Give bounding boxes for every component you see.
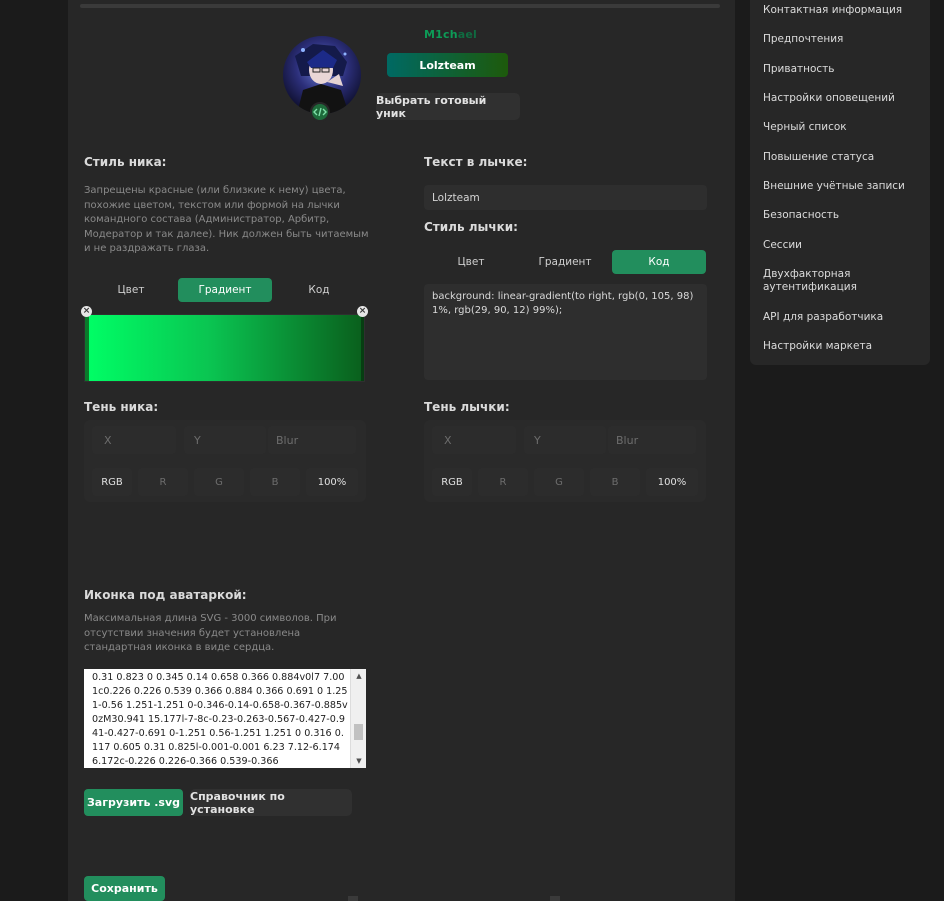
badge-text-input[interactable]: Lolzteam [424, 185, 707, 210]
shadow-color-mode[interactable]: RGB [92, 468, 132, 496]
bottom-marker [348, 896, 358, 901]
shadow-blur-input[interactable]: Blur [608, 426, 696, 454]
shadow-x-input[interactable]: X [92, 426, 176, 454]
sidebar-item-preferences[interactable]: Предпочтения [763, 33, 923, 46]
save-button[interactable]: Сохранить [84, 876, 165, 901]
scroll-thumb[interactable] [354, 724, 363, 740]
badge-text-title: Текст в лычке: [424, 155, 528, 169]
gradient-editor[interactable] [84, 314, 365, 382]
sidebar-item-api[interactable]: API для разработчика [763, 311, 923, 324]
sidebar-item-external-accounts[interactable]: Внешние учётные записи [763, 180, 923, 193]
sidebar-item-blacklist[interactable]: Черный список [763, 121, 923, 134]
sidebar-item-contacts[interactable]: Контактная информация [763, 4, 923, 17]
tab-color[interactable]: Цвет [84, 278, 178, 302]
bottom-marker [550, 896, 560, 901]
sidebar-item-2fa[interactable]: Двухфакторная аутентификация [763, 268, 873, 294]
avatar-icon-title: Иконка под аватаркой: [84, 588, 247, 602]
scroll-up-icon[interactable]: ▲ [351, 669, 367, 683]
shadow-y-input[interactable]: Y [524, 426, 606, 454]
gradient-stop-right[interactable] [361, 315, 364, 381]
badge-preview: Lolzteam [387, 53, 508, 77]
shadow-g-input[interactable]: G [534, 468, 584, 496]
code-icon [310, 102, 330, 122]
svg-code-input[interactable]: 0.31 0.823 0 0.345 0.14 0.658 0.366 0.88… [84, 669, 366, 768]
badge-style-tabs: Цвет Градиент Код [424, 250, 706, 274]
remove-stop-right-icon[interactable]: × [357, 306, 368, 317]
shadow-r-input[interactable]: R [138, 468, 188, 496]
shadow-g-input[interactable]: G [194, 468, 244, 496]
badge-style-code-input[interactable]: background: linear-gradient(to right, rg… [424, 284, 707, 380]
nickname-preview: M1chael [424, 28, 478, 41]
choose-unique-button[interactable]: Выбрать готовый уник [376, 93, 520, 120]
gradient-stop-left[interactable] [85, 315, 89, 381]
nick-shadow-title: Тень ника: [84, 400, 159, 414]
top-divider [80, 4, 720, 8]
sidebar-item-market-settings[interactable]: Настройки маркета [763, 340, 923, 353]
sidebar-item-privacy[interactable]: Приватность [763, 63, 923, 76]
svg-code-scrollbar[interactable]: ▲ ▼ [350, 669, 366, 768]
upload-svg-button[interactable]: Загрузить .svg [84, 789, 183, 816]
tab-color[interactable]: Цвет [424, 250, 518, 274]
remove-stop-left-icon[interactable]: × [81, 306, 92, 317]
sidebar-item-notifications[interactable]: Настройки оповещений [763, 92, 923, 105]
badge-shadow-title: Тень лычки: [424, 400, 510, 414]
scroll-down-icon[interactable]: ▼ [351, 754, 367, 768]
tab-code[interactable]: Код [612, 250, 706, 274]
shadow-b-input[interactable]: B [590, 468, 640, 496]
shadow-opacity-input[interactable]: 100% [306, 468, 358, 496]
shadow-r-input[interactable]: R [478, 468, 528, 496]
tab-gradient[interactable]: Градиент [178, 278, 272, 302]
badge-style-title: Стиль лычки: [424, 220, 518, 234]
sidebar-item-sessions[interactable]: Сессии [763, 239, 923, 252]
shadow-b-input[interactable]: B [250, 468, 300, 496]
sidebar-item-status-upgrade[interactable]: Повышение статуса [763, 151, 923, 164]
sidebar-item-security[interactable]: Безопасность [763, 209, 923, 222]
nick-style-description: Запрещены красные (или близкие к нему) ц… [84, 185, 369, 254]
install-guide-button[interactable]: Справочник по установке [190, 789, 352, 816]
avatar-icon-description: Максимальная длина SVG - 3000 символов. … [84, 613, 337, 653]
nick-style-tabs: Цвет Градиент Код [84, 278, 366, 302]
shadow-x-input[interactable]: X [432, 426, 516, 454]
shadow-y-input[interactable]: Y [184, 426, 266, 454]
svg-code-text: 0.31 0.823 0 0.345 0.14 0.658 0.366 0.88… [92, 672, 348, 767]
shadow-blur-input[interactable]: Blur [268, 426, 356, 454]
tab-code[interactable]: Код [272, 278, 366, 302]
tab-gradient[interactable]: Градиент [518, 250, 612, 274]
shadow-color-mode[interactable]: RGB [432, 468, 472, 496]
nick-style-title: Стиль ника: [84, 155, 167, 169]
shadow-opacity-input[interactable]: 100% [646, 468, 698, 496]
